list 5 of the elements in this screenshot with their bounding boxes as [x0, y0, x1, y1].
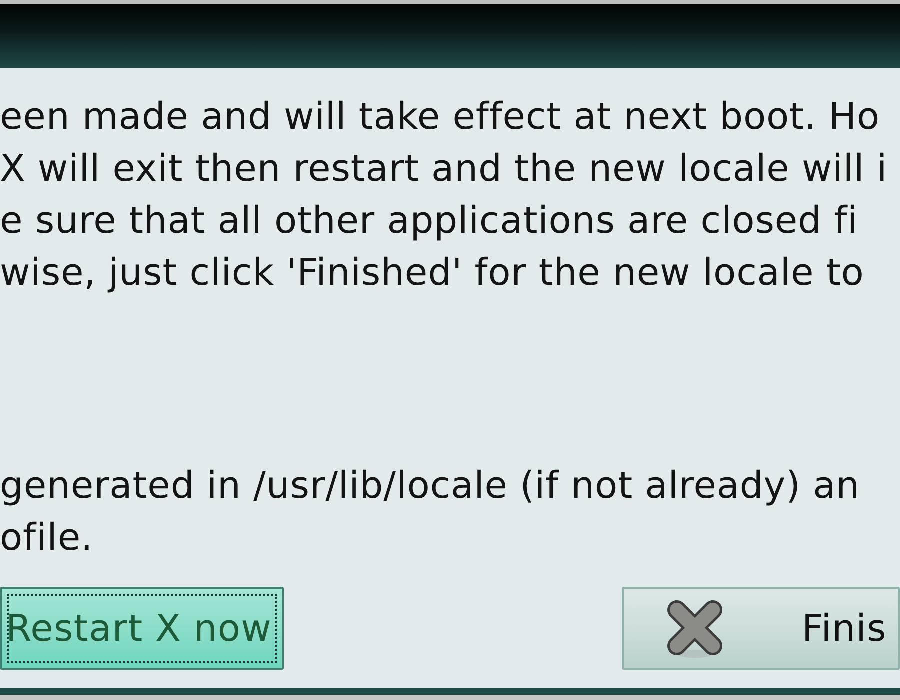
message-text: een made and will take effect at next boot. Ho X will exit then restart and the new locale will i e sure that all other applications are closed fi wise, just click 'Finished' for the new locale to	[0, 94, 889, 296]
cross-icon	[665, 598, 725, 658]
message-text: generated in /usr/lib/locale (if not already) an ofile.	[0, 463, 862, 561]
restart-button[interactable]: Restart X now	[0, 587, 284, 670]
finish-button[interactable]: Finis	[622, 587, 900, 670]
